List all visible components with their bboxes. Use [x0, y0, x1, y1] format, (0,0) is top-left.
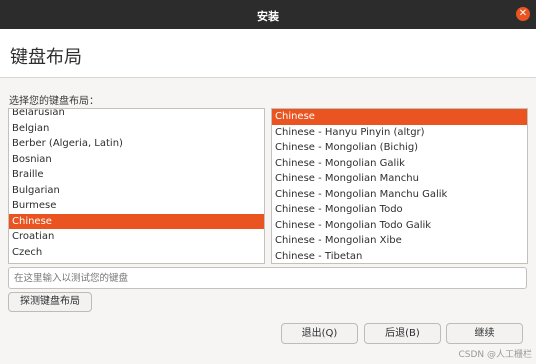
page-title: 键盘布局	[10, 47, 82, 68]
quit-button[interactable]: 退出(Q)	[281, 323, 358, 344]
layout-prompt: 选择您的键盘布局：	[9, 96, 99, 107]
title-bar: 安装 ✕	[0, 0, 536, 29]
variant-list-item[interactable]: Chinese - Mongolian Manchu	[272, 171, 527, 187]
keyboard-layout-list[interactable]: Belarusian Belgian Berber (Algeria, Latin)…	[8, 108, 265, 264]
layout-list-item[interactable]: Bulgarian	[9, 183, 264, 199]
variant-list-item[interactable]: Chinese	[272, 109, 527, 125]
variant-list-item[interactable]: Chinese - Mongolian Xibe	[272, 233, 527, 249]
layout-list-item[interactable]: Bosnian	[9, 152, 264, 168]
layout-list-item[interactable]: Berber (Algeria, Latin)	[9, 136, 264, 152]
variant-list-item[interactable]: Chinese - Mongolian Todo	[272, 202, 527, 218]
layout-list-item[interactable]: Chinese	[9, 213, 264, 229]
close-icon[interactable]: ✕	[516, 7, 530, 21]
keyboard-test-input[interactable]	[8, 267, 527, 289]
detect-layout-button[interactable]: 探测键盘布局	[8, 292, 92, 312]
page-header: 键盘布局	[0, 29, 536, 78]
window-title: 安装	[257, 10, 279, 23]
keyboard-variant-list[interactable]: Chinese Chinese - Hanyu Pinyin (altgr) Chi…	[271, 108, 528, 264]
variant-list-item[interactable]: Chinese - Mongolian Galik	[272, 156, 527, 172]
continue-button[interactable]: 继续	[446, 323, 523, 344]
variant-list-item[interactable]: Chinese - Tibetan	[272, 249, 527, 264]
variant-list-item[interactable]: Chinese - Mongolian Todo Galik	[272, 218, 527, 234]
layout-list-item[interactable]: Belarusian	[9, 109, 264, 121]
variant-list-item[interactable]: Chinese - Mongolian (Bichig)	[272, 140, 527, 156]
back-button[interactable]: 后退(B)	[364, 323, 441, 344]
layout-list-item[interactable]: Czech	[9, 245, 264, 261]
layout-list-item[interactable]: Burmese	[9, 198, 264, 214]
layout-list-item[interactable]: Braille	[9, 167, 264, 183]
variant-list-item[interactable]: Chinese - Mongolian Manchu Galik	[272, 187, 527, 203]
watermark: CSDN @人工栅栏	[458, 350, 532, 360]
variant-list-item[interactable]: Chinese - Hanyu Pinyin (altgr)	[272, 125, 527, 141]
layout-list-item[interactable]: Croatian	[9, 229, 264, 245]
layout-list-item[interactable]: Belgian	[9, 121, 264, 137]
